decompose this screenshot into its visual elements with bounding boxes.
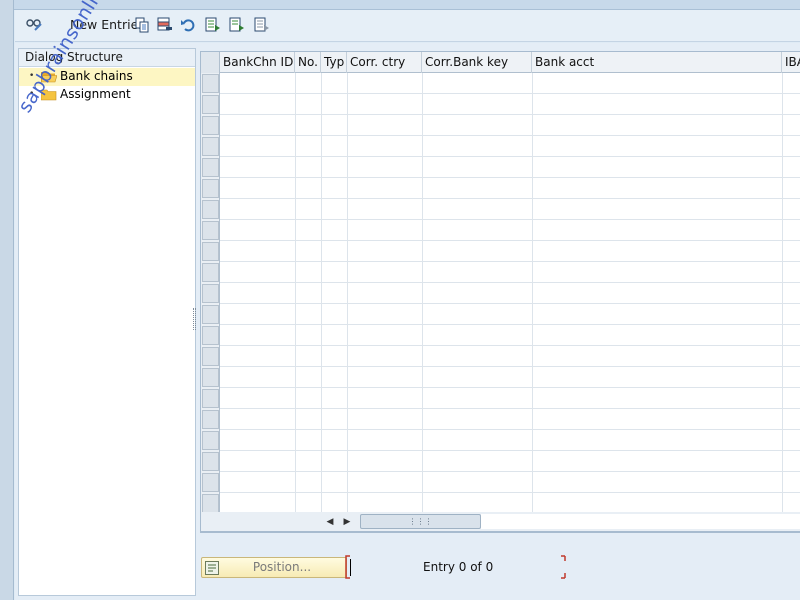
table-row bbox=[220, 93, 800, 94]
table-row bbox=[220, 450, 800, 451]
row-selector[interactable] bbox=[202, 305, 219, 324]
row-selector[interactable] bbox=[202, 158, 219, 177]
table-row bbox=[220, 135, 800, 136]
delete-icon[interactable] bbox=[156, 15, 174, 35]
row-selector[interactable] bbox=[202, 221, 219, 240]
column-header-bankchn-id[interactable]: BankChn ID bbox=[220, 52, 295, 73]
table-header: BankChn ID No. Typ Corr. ctry Corr.Bank … bbox=[201, 52, 800, 73]
column-divider bbox=[782, 73, 783, 513]
row-selector[interactable] bbox=[202, 347, 219, 366]
table-row bbox=[220, 408, 800, 409]
row-selector[interactable] bbox=[202, 326, 219, 345]
column-divider bbox=[321, 73, 322, 513]
copy-as-icon[interactable] bbox=[133, 15, 151, 35]
row-selector[interactable] bbox=[202, 179, 219, 198]
row-selector[interactable] bbox=[202, 368, 219, 387]
deselect-all-icon[interactable] bbox=[253, 15, 271, 35]
column-header-iban[interactable]: IBA bbox=[782, 52, 800, 73]
row-selector[interactable] bbox=[202, 263, 219, 282]
row-selector[interactable] bbox=[202, 389, 219, 408]
window-title-strip bbox=[0, 0, 800, 10]
row-selector[interactable] bbox=[202, 242, 219, 261]
table-row bbox=[220, 366, 800, 367]
row-selector[interactable] bbox=[202, 137, 219, 156]
table-row bbox=[220, 282, 800, 283]
table-row bbox=[220, 303, 800, 304]
entry-counter: Entry 0 of 0 bbox=[423, 560, 494, 574]
undo-change-icon[interactable] bbox=[179, 15, 197, 35]
column-divider bbox=[532, 73, 533, 513]
column-header-typ[interactable]: Typ bbox=[321, 52, 347, 73]
column-divider bbox=[295, 73, 296, 513]
horizontal-scrollbar[interactable]: ◀ ▶ ⋮⋮⋮ bbox=[200, 512, 800, 532]
table-row bbox=[220, 429, 800, 430]
table-row bbox=[220, 324, 800, 325]
window-left-frame bbox=[0, 0, 14, 600]
display-change-icon[interactable] bbox=[24, 15, 44, 35]
panel-splitter-handle[interactable] bbox=[193, 308, 196, 330]
row-selector[interactable] bbox=[202, 410, 219, 429]
position-button-label: Position... bbox=[252, 560, 312, 574]
row-selector[interactable] bbox=[202, 74, 219, 93]
scroll-thumb[interactable]: ⋮⋮⋮ bbox=[360, 514, 481, 529]
table-row bbox=[220, 471, 800, 472]
table-row bbox=[220, 114, 800, 115]
application-toolbar: New Entries bbox=[15, 10, 800, 42]
table-row bbox=[220, 219, 800, 220]
row-selector[interactable] bbox=[202, 431, 219, 450]
table-row bbox=[220, 387, 800, 388]
column-header-no[interactable]: No. bbox=[295, 52, 321, 73]
table-row bbox=[220, 156, 800, 157]
column-divider bbox=[422, 73, 423, 513]
row-selector[interactable] bbox=[202, 284, 219, 303]
text-cursor bbox=[350, 559, 351, 576]
row-selector[interactable] bbox=[202, 494, 219, 513]
table-row bbox=[220, 492, 800, 493]
row-selector[interactable] bbox=[202, 95, 219, 114]
select-all-icon[interactable] bbox=[204, 15, 222, 35]
select-block-icon[interactable] bbox=[228, 15, 246, 35]
scroll-right-icon[interactable]: ▶ bbox=[341, 515, 353, 529]
select-all-rows-button[interactable] bbox=[201, 52, 220, 73]
scroll-left-icon[interactable]: ◀ bbox=[324, 515, 336, 529]
entries-table: BankChn ID No. Typ Corr. ctry Corr.Bank … bbox=[200, 51, 800, 533]
row-selector[interactable] bbox=[202, 200, 219, 219]
column-header-corr-ctry[interactable]: Corr. ctry bbox=[347, 52, 422, 73]
table-row bbox=[220, 261, 800, 262]
column-divider bbox=[347, 73, 348, 513]
table-row bbox=[220, 177, 800, 178]
column-header-corr-bank-key[interactable]: Corr.Bank key bbox=[422, 52, 532, 73]
tree-item-label: Bank chains bbox=[60, 69, 133, 83]
right-bracket-icon bbox=[561, 555, 566, 579]
table-row bbox=[220, 240, 800, 241]
row-selector[interactable] bbox=[202, 473, 219, 492]
table-row bbox=[220, 345, 800, 346]
tree-item-label: Assignment bbox=[60, 87, 131, 101]
scroll-track[interactable] bbox=[481, 514, 800, 529]
position-button[interactable]: Position... bbox=[201, 557, 347, 578]
row-selector[interactable] bbox=[202, 452, 219, 471]
table-row bbox=[220, 198, 800, 199]
column-header-bank-acct[interactable]: Bank acct bbox=[532, 52, 782, 73]
dialog-structure-panel: Dialog Structure • Bank chains • Assignm… bbox=[18, 48, 196, 596]
row-selector[interactable] bbox=[202, 116, 219, 135]
